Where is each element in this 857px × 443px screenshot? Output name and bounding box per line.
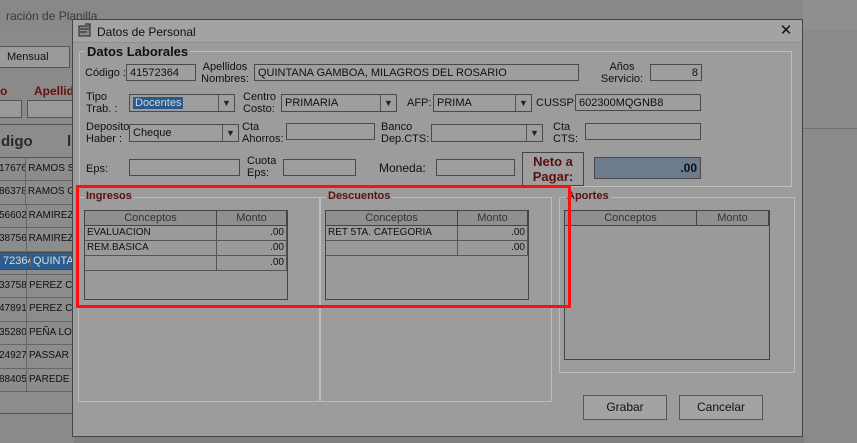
aportes-table-header: Conceptos Monto <box>565 211 769 226</box>
banco-dep-cts-label: Banco Dep.CTS: <box>381 121 430 145</box>
anios-servicio-label: Años Servicio: <box>600 61 644 85</box>
afp-label: AFP: <box>407 97 432 109</box>
cussp-field[interactable]: 602300MQGNB8 <box>575 94 701 111</box>
employee-name: RAMOS G <box>27 186 73 198</box>
tipo-trab-select[interactable]: Docentes ▼ <box>129 94 235 112</box>
employee-name: PEREZ C <box>29 279 73 291</box>
employee-code: 86378 <box>0 181 26 204</box>
cuota-eps-field[interactable] <box>283 159 356 176</box>
apellidos-field[interactable]: QUINTANA GAMBOA, MILAGROS DEL ROSARIO <box>254 64 579 81</box>
employee-code: 17676 <box>0 158 27 181</box>
employee-code: 24927 <box>0 345 27 368</box>
centro-costo-select[interactable]: PRIMARIA ▼ <box>281 94 397 112</box>
cuota-eps-label: Cuota Eps: <box>247 155 277 179</box>
employee-row[interactable]: 24927 PASSAR <box>0 345 73 369</box>
employee-name: PAREDE <box>29 373 70 385</box>
moneda-field[interactable] <box>436 159 515 176</box>
employee-code: 72364 <box>3 254 31 267</box>
cta-cts-field[interactable] <box>585 123 701 140</box>
employee-code: 88405 <box>0 368 27 391</box>
background-bottom-bar <box>74 437 804 443</box>
aportes-col-monto: Monto <box>697 211 769 225</box>
grid-header-code: digo <box>1 133 33 150</box>
highlight-box <box>76 185 571 308</box>
background-right-area <box>803 0 857 443</box>
chevron-down-icon[interactable]: ▼ <box>526 125 542 141</box>
period-select[interactable]: Mensual <box>0 46 70 68</box>
aportes-title: Aportes <box>565 190 611 202</box>
centro-costo-value: PRIMARIA <box>285 97 339 109</box>
employee-row[interactable]: 47891 PEREZ C <box>0 298 73 322</box>
employee-code: 47891 <box>0 298 27 321</box>
employee-code: 38756 <box>0 228 27 251</box>
employee-row[interactable]: 38756 RAMIREZ <box>0 228 73 252</box>
aportes-col-conceptos: Conceptos <box>565 211 697 225</box>
employee-grid[interactable]: digo l 17676 RAMOS S 86378 RAMOS G 56602 RAMI… <box>0 124 86 414</box>
datos-laborales-legend: Datos Laborales <box>85 44 191 59</box>
codigo-field[interactable]: 41572364 <box>126 64 196 81</box>
deposito-haber-select[interactable]: Cheque ▼ <box>129 124 239 142</box>
cussp-label: CUSSP: <box>536 97 577 109</box>
afp-value: PRIMA <box>437 97 472 109</box>
employee-name: PASSAR <box>29 350 69 362</box>
grabar-button[interactable]: Grabar <box>583 395 667 420</box>
employee-name: PEREZ C <box>29 303 73 315</box>
chevron-down-icon[interactable]: ▼ <box>222 125 238 141</box>
afp-select[interactable]: PRIMA ▼ <box>433 94 532 112</box>
background-filter-input[interactable] <box>0 100 22 118</box>
background-column-label: o <box>0 84 8 98</box>
employee-row[interactable]: 35280 PEÑA LO <box>0 321 73 346</box>
employee-row[interactable]: 56602 RAMIREZ <box>0 204 73 229</box>
employee-code: 56602 <box>0 204 27 228</box>
eps-field[interactable] <box>129 159 240 176</box>
chevron-down-icon[interactable]: ▼ <box>515 95 531 111</box>
app-icon <box>78 23 91 37</box>
chevron-down-icon[interactable]: ▼ <box>380 95 396 111</box>
anios-servicio-field[interactable]: 8 <box>650 64 702 81</box>
dialog-title: Datos de Personal <box>97 25 196 39</box>
employee-code: 33758 <box>0 274 27 298</box>
chevron-down-icon[interactable]: ▼ <box>218 95 234 111</box>
grid-header-name: l <box>67 133 72 150</box>
employee-code: 35280 <box>0 321 27 345</box>
aportes-table[interactable]: Conceptos Monto <box>564 210 770 360</box>
employee-row[interactable]: 86378 RAMOS G <box>0 181 73 205</box>
codigo-label: Código : <box>85 67 126 79</box>
employee-name: RAMOS S <box>28 163 73 174</box>
employee-row[interactable]: 88405 PAREDE <box>0 368 73 392</box>
employee-name: RAMIREZ <box>28 209 73 221</box>
banco-dep-cts-select[interactable]: ▼ <box>431 124 543 142</box>
cta-ahorros-label: Cta Ahorros: <box>242 121 284 145</box>
neto-a-pagar-field: .00 <box>594 157 701 179</box>
centro-costo-label: Centro Costo: <box>243 91 277 115</box>
background-right-panel <box>803 128 857 358</box>
deposito-haber-value: Cheque <box>133 127 172 139</box>
employee-grid-header: digo l <box>0 125 73 158</box>
apellidos-label: Apellidos Nombres: <box>201 61 249 85</box>
aportes-panel: Aportes Conceptos Monto <box>559 190 795 373</box>
background-right-header <box>803 0 857 30</box>
employee-row[interactable]: 33758 PEREZ C <box>0 274 73 299</box>
neto-a-pagar-label: Neto a Pagar: <box>522 152 584 186</box>
eps-label: Eps: <box>86 163 109 175</box>
cancelar-button[interactable]: Cancelar <box>679 395 763 420</box>
deposito-haber-label: Deposito Haber : <box>86 121 130 145</box>
employee-row[interactable]: 17676 RAMOS S <box>0 158 73 182</box>
employee-name: PEÑA LO <box>29 326 72 338</box>
tipo-trab-value: Docentes <box>133 97 184 109</box>
background-apellidos-label: Apellid <box>34 84 75 98</box>
close-icon[interactable]: ✕ <box>778 23 794 39</box>
employee-name: RAMIREZ <box>28 233 73 245</box>
moneda-label: Moneda: <box>379 161 426 175</box>
tipo-trab-label: Tipo Trab. : <box>86 91 118 115</box>
cta-cts-label: Cta CTS: <box>553 121 579 145</box>
background-apellidos-input[interactable] <box>27 100 75 118</box>
dialog-title-bar: Datos de Personal ✕ <box>73 20 802 43</box>
cta-ahorros-field[interactable] <box>286 123 375 140</box>
